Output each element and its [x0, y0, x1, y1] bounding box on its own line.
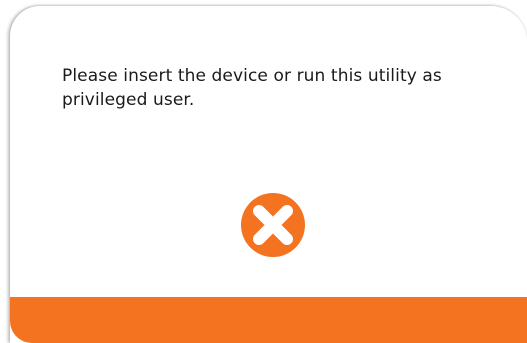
error-x-icon	[241, 193, 305, 257]
error-message: Please insert the device or run this uti…	[62, 66, 442, 110]
bottom-accent-bar	[10, 297, 527, 343]
error-dialog: Please insert the device or run this uti…	[10, 6, 527, 343]
